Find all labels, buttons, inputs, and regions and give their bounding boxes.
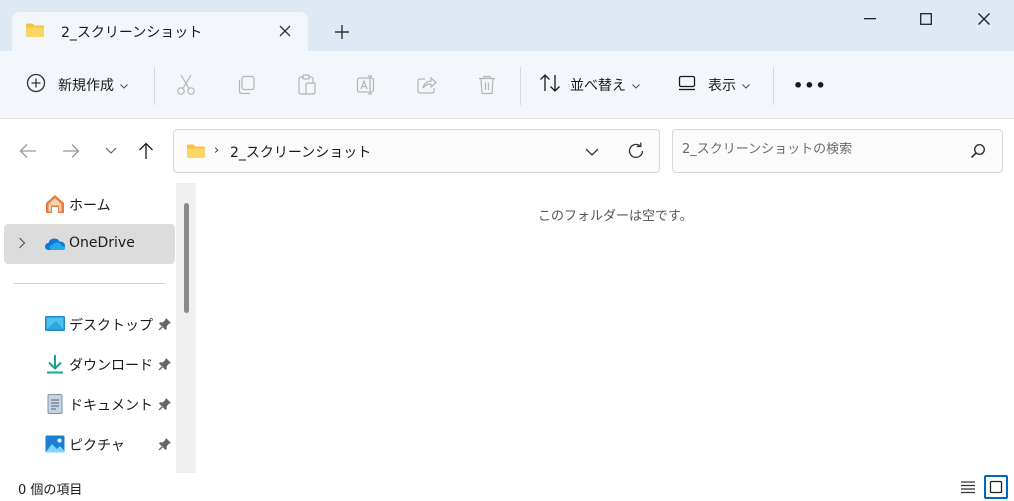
sidebar-item-label: OneDrive: [69, 235, 135, 251]
document-icon: [44, 393, 66, 415]
toolbar-divider: [154, 67, 155, 105]
tab-close-icon[interactable]: [276, 22, 294, 40]
new-label: 新規作成: [58, 78, 114, 94]
toolbar-divider: [520, 67, 521, 105]
view-icon: [678, 75, 696, 95]
pin-icon[interactable]: [158, 397, 172, 415]
file-list-area[interactable]: このフォルダーは空です。: [196, 183, 1014, 473]
tab-title: 2_スクリーンショット: [61, 24, 203, 41]
chevron-down-icon: [742, 77, 750, 93]
sort-button[interactable]: 並べ替え: [539, 69, 640, 101]
sidebar-divider: [14, 283, 165, 284]
maximize-icon[interactable]: [911, 4, 941, 34]
sidebar-item-downloads[interactable]: ダウンロード: [4, 344, 175, 384]
chevron-down-icon: [632, 77, 640, 93]
forward-arrow-icon[interactable]: [59, 139, 83, 163]
toolbar-divider: [773, 67, 774, 105]
sort-icon: [539, 73, 561, 97]
sidebar-item-desktop[interactable]: デスクトップ: [4, 304, 175, 344]
sidebar-item-label: ピクチャ: [69, 438, 125, 454]
sort-label: 並べ替え: [570, 78, 626, 94]
cut-icon[interactable]: [176, 69, 196, 101]
address-dropdown-icon[interactable]: [584, 142, 600, 166]
command-bar: 新規作成 並べ替え 表示 •••: [0, 51, 1014, 119]
desktop-icon: [44, 313, 66, 335]
address-bar[interactable]: › 2_スクリーンショット: [173, 129, 660, 173]
share-icon[interactable]: [416, 69, 438, 101]
sidebar-item-label: ホーム: [69, 198, 111, 214]
folder-icon: [186, 143, 206, 163]
sidebar-item-label: デスクトップ: [69, 318, 153, 334]
title-bar: 2_スクリーンショット: [0, 0, 1014, 51]
home-icon: [44, 193, 66, 215]
plus-circle-icon: [26, 73, 46, 97]
rename-icon[interactable]: [356, 69, 378, 101]
item-count: 0 個の項目: [18, 483, 83, 498]
recent-locations-chevron-icon[interactable]: [99, 139, 123, 163]
sidebar-item-pictures[interactable]: ピクチャ: [4, 424, 175, 464]
view-label: 表示: [708, 78, 736, 94]
folder-icon: [25, 22, 45, 42]
tab-active[interactable]: 2_スクリーンショット: [12, 12, 308, 51]
sidebar-item-label: ダウンロード: [69, 358, 153, 374]
view-button[interactable]: 表示: [678, 69, 750, 101]
search-icon[interactable]: [970, 143, 986, 163]
sidebar-item-documents[interactable]: ドキュメント: [4, 384, 175, 424]
close-window-icon[interactable]: [969, 4, 999, 34]
refresh-icon[interactable]: [626, 141, 646, 165]
paste-icon[interactable]: [297, 69, 317, 101]
pin-icon[interactable]: [158, 437, 172, 455]
empty-folder-message: このフォルダーは空です。: [538, 209, 693, 224]
cloud-icon: [44, 233, 66, 255]
breadcrumb[interactable]: 2_スクリーンショット: [230, 142, 371, 162]
large-icons-view-icon[interactable]: [984, 475, 1008, 499]
chevron-right-icon[interactable]: [18, 237, 26, 253]
sidebar-scrollbar-thumb[interactable]: [184, 203, 189, 313]
pictures-icon: [44, 433, 66, 455]
more-options-icon[interactable]: •••: [793, 69, 827, 101]
navigation-pane: ホーム OneDrive デスクトップ ダウンロード ドキュメント ピクチャ: [0, 183, 196, 473]
status-bar: 0 個の項目: [0, 473, 1014, 501]
sidebar-item-home[interactable]: ホーム: [4, 184, 175, 224]
sidebar-item-onedrive[interactable]: OneDrive: [4, 224, 175, 264]
search-box[interactable]: [672, 129, 1003, 173]
delete-icon[interactable]: [477, 69, 497, 101]
copy-icon[interactable]: [236, 69, 256, 101]
new-tab-icon[interactable]: [330, 20, 354, 44]
back-arrow-icon[interactable]: [16, 139, 40, 163]
pin-icon[interactable]: [158, 317, 172, 335]
up-arrow-icon[interactable]: [134, 139, 158, 163]
search-input[interactable]: [682, 142, 952, 157]
download-icon: [44, 353, 66, 375]
breadcrumb-separator[interactable]: ›: [214, 143, 219, 158]
minimize-icon[interactable]: [855, 4, 885, 34]
pin-icon[interactable]: [158, 357, 172, 375]
new-button[interactable]: 新規作成: [26, 69, 128, 101]
chevron-down-icon: [120, 77, 128, 93]
details-view-icon[interactable]: [956, 475, 980, 499]
navigation-bar: › 2_スクリーンショット: [0, 120, 1014, 182]
sidebar-item-label: ドキュメント: [69, 398, 153, 414]
